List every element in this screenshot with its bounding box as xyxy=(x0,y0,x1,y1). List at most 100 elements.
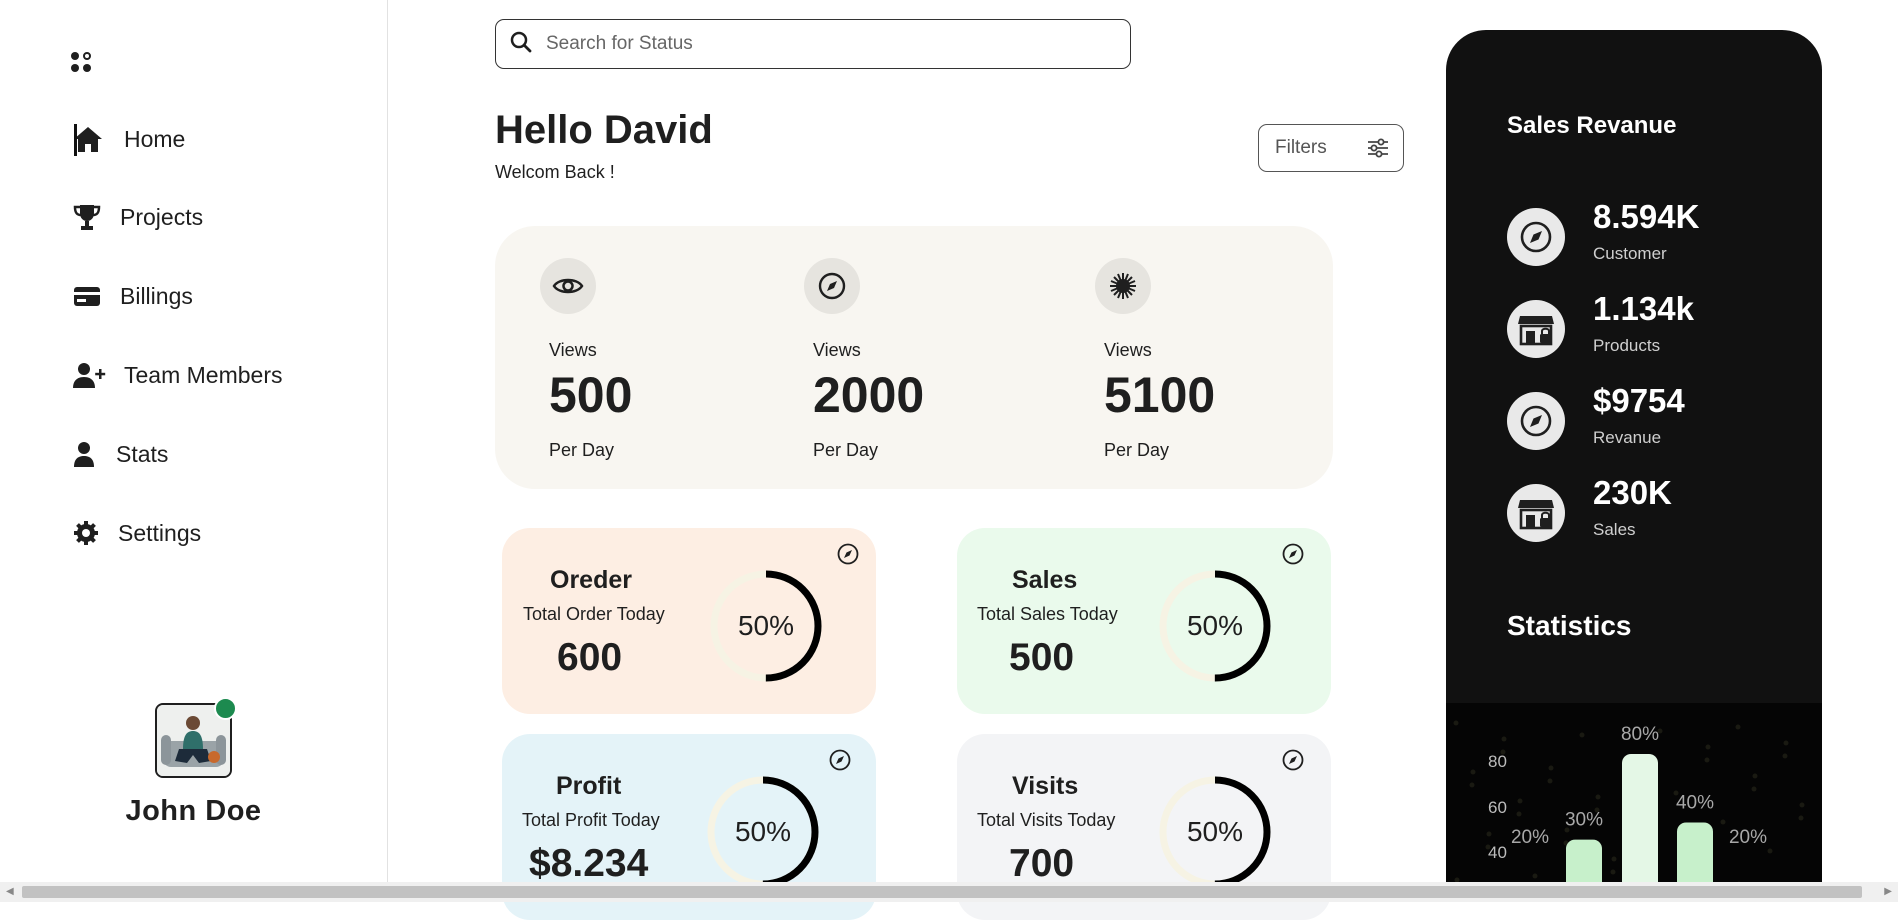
views-period: Per Day xyxy=(549,440,615,460)
chart-background-dot xyxy=(1798,815,1804,821)
views-stat: Views 5100 Per Day xyxy=(1095,258,1215,460)
compass-icon[interactable] xyxy=(836,542,860,566)
chart-tick-label: 80 xyxy=(1488,752,1507,771)
chart-background-dot xyxy=(1548,765,1554,771)
credit-card-icon xyxy=(72,281,106,311)
sidebar: Home Projects Billings Team Members Stat… xyxy=(0,0,388,882)
chart-background-dot xyxy=(1735,724,1741,730)
page-title: Hello David xyxy=(495,108,713,152)
online-status-indicator xyxy=(214,697,237,720)
views-label: Views xyxy=(813,340,861,360)
statistics-title: Statistics xyxy=(1507,610,1632,641)
horizontal-scrollbar[interactable]: ◀ ▶ xyxy=(0,882,1898,902)
chart-tick-label: 60 xyxy=(1488,798,1507,817)
chart-background-dot xyxy=(1704,757,1710,763)
views-label: Views xyxy=(1104,340,1152,360)
chart-background-dot xyxy=(1517,798,1523,804)
chart-background-dot xyxy=(1453,720,1459,726)
gear-icon xyxy=(72,518,106,548)
card-description: Total Sales Today xyxy=(977,604,1118,624)
card-description: Total Visits Today xyxy=(977,810,1116,830)
views-value: 5100 xyxy=(1104,367,1216,423)
trophy-icon xyxy=(72,202,106,232)
sidebar-item-team-members[interactable]: Team Members xyxy=(72,355,282,395)
sidebar-item-label: Billings xyxy=(120,282,193,309)
card-percent: 50% xyxy=(734,816,792,847)
chart-background-dot xyxy=(1470,769,1476,775)
chart-background-dot xyxy=(1705,744,1711,750)
logo-icon[interactable] xyxy=(71,52,93,74)
chart-data-label: 40% xyxy=(1676,793,1714,814)
search-bar[interactable] xyxy=(495,19,1131,69)
revenue-value: 230K xyxy=(1593,474,1672,511)
revenue-label: Customer xyxy=(1593,244,1667,263)
sidebar-item-settings[interactable]: Settings xyxy=(72,513,201,553)
compass-icon[interactable] xyxy=(828,748,852,772)
compass-icon xyxy=(1507,208,1565,266)
sidebar-item-label: Settings xyxy=(118,519,202,546)
card-value: 700 xyxy=(1009,842,1075,885)
chart-background-dot xyxy=(1469,782,1475,788)
sales-card[interactable]: Sales Total Sales Today 500 50% xyxy=(957,528,1331,714)
chart-background-dot xyxy=(1501,736,1507,742)
chart-background-dot xyxy=(1579,732,1585,738)
chart-bar xyxy=(1677,822,1713,882)
chart-background-dot xyxy=(1595,794,1601,800)
filters-button[interactable]: Filters xyxy=(1258,124,1404,172)
compass-icon xyxy=(804,258,860,314)
views-label: Views xyxy=(549,340,597,360)
sidebar-item-label: Stats xyxy=(116,440,169,467)
card-percent: 50% xyxy=(1186,816,1244,847)
scrollbar-thumb[interactable] xyxy=(22,886,1862,898)
chart-background-dot xyxy=(1720,819,1726,825)
eye-icon xyxy=(540,258,596,314)
scroll-left-icon[interactable]: ◀ xyxy=(6,886,14,897)
revenue-label: Products xyxy=(1593,336,1661,355)
views-summary-card: Views 500 Per Day Views 2000 Per Day Vie… xyxy=(495,226,1333,489)
chart-background-dot xyxy=(1516,811,1522,817)
card-percent: 50% xyxy=(737,610,795,641)
sales-revenue-panel: Sales Revanue 8.594K Customer 1.134k Pro… xyxy=(1446,30,1822,882)
card-title: Sales xyxy=(1012,566,1078,594)
views-value: 500 xyxy=(549,367,633,423)
sun-icon xyxy=(1095,258,1151,314)
scroll-right-icon[interactable]: ▶ xyxy=(1884,886,1892,897)
chart-background-dot xyxy=(1547,778,1553,784)
order-card[interactable]: Oreder Total Order Today 600 50% xyxy=(502,528,876,714)
page-subtitle: Welcom Back ! xyxy=(495,162,615,182)
sidebar-item-home[interactable]: Home xyxy=(72,119,185,159)
profile-name: John Doe xyxy=(125,795,262,827)
search-input[interactable] xyxy=(546,33,1106,55)
card-title: Oreder xyxy=(550,566,632,594)
search-icon xyxy=(510,31,532,58)
revenue-value: 1.134k xyxy=(1593,290,1694,327)
sidebar-item-label: Home xyxy=(124,125,186,152)
sidebar-item-label: Team Members xyxy=(124,361,283,388)
chart-background-dot xyxy=(1532,873,1538,879)
chart-background-dot xyxy=(1767,848,1773,854)
chart-bar xyxy=(1566,839,1602,882)
sidebar-item-projects[interactable]: Projects xyxy=(72,197,203,237)
chart-bar xyxy=(1622,754,1658,882)
chart-background-dot xyxy=(1751,786,1757,792)
chart-data-label: 30% xyxy=(1565,810,1603,831)
views-value: 2000 xyxy=(813,367,925,423)
views-period: Per Day xyxy=(1104,440,1170,460)
store-icon xyxy=(1507,484,1565,542)
chart-background-dot xyxy=(1799,802,1805,808)
compass-icon[interactable] xyxy=(1281,748,1305,772)
views-stat: Views 500 Per Day xyxy=(540,258,632,460)
home-icon xyxy=(72,124,106,154)
card-value: 500 xyxy=(1009,636,1075,679)
compass-icon[interactable] xyxy=(1281,542,1305,566)
chart-background-dot xyxy=(1752,773,1758,779)
views-stat: Views 2000 Per Day xyxy=(804,258,924,460)
sidebar-item-label: Projects xyxy=(120,203,204,230)
revenue-label: Sales xyxy=(1593,520,1636,539)
revenue-label: Revanue xyxy=(1593,428,1662,447)
chart-data-label: 20% xyxy=(1729,827,1767,848)
card-description: Total Profit Today xyxy=(522,810,660,830)
sidebar-item-billings[interactable]: Billings xyxy=(72,276,193,316)
sidebar-item-stats[interactable]: Stats xyxy=(72,434,168,474)
compass-icon xyxy=(1507,392,1565,450)
